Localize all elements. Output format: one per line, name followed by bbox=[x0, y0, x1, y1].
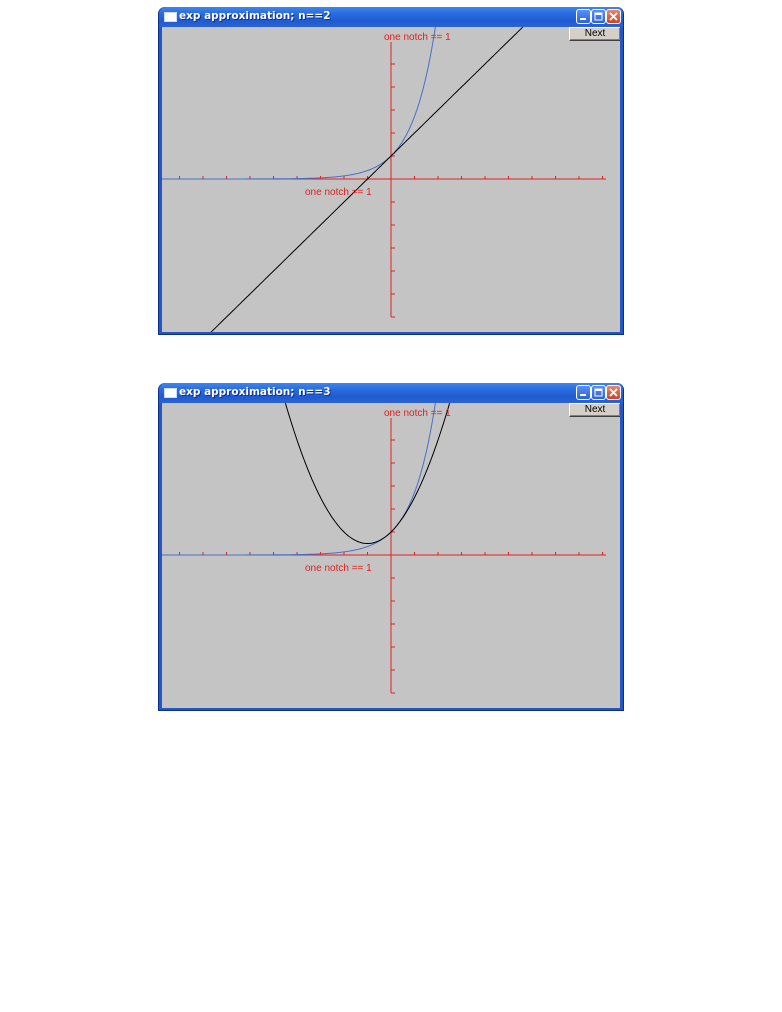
close-button[interactable] bbox=[606, 9, 621, 24]
minimize-button[interactable] bbox=[576, 385, 591, 400]
x-axis-label: one notch == 1 bbox=[305, 563, 372, 574]
plot-canvas: one notch == 1 one notch == 1 Next bbox=[162, 27, 620, 332]
title-bar[interactable]: exp approximation; n==2 bbox=[159, 7, 623, 27]
maximize-icon bbox=[594, 388, 603, 397]
minimize-button[interactable] bbox=[576, 9, 591, 24]
window-title: exp approximation; n==2 bbox=[179, 10, 331, 22]
y-axis-label: one notch == 1 bbox=[384, 32, 451, 43]
next-button[interactable]: Next bbox=[569, 403, 620, 417]
close-icon bbox=[609, 12, 618, 21]
close-icon bbox=[609, 388, 618, 397]
app-window-2: exp approximation; n==3 one notch == 1 o… bbox=[158, 383, 624, 711]
maximize-icon bbox=[594, 12, 603, 21]
title-bar[interactable]: exp approximation; n==3 bbox=[159, 383, 623, 403]
plot-area: one notch == 1 one notch == 1 bbox=[162, 27, 606, 332]
minimize-icon bbox=[580, 394, 586, 396]
minimize-icon bbox=[580, 18, 586, 20]
maximize-button[interactable] bbox=[591, 385, 606, 400]
window-title: exp approximation; n==3 bbox=[179, 386, 331, 398]
next-button[interactable]: Next bbox=[569, 27, 620, 41]
close-button[interactable] bbox=[606, 385, 621, 400]
plot-area: one notch == 1 one notch == 1 bbox=[162, 403, 606, 694]
app-icon bbox=[164, 12, 177, 22]
app-window-1: exp approximation; n==2 one notch == 1 o… bbox=[158, 7, 624, 335]
y-axis-label: one notch == 1 bbox=[384, 408, 451, 419]
x-axis-label: one notch == 1 bbox=[305, 187, 372, 198]
plot-canvas: one notch == 1 one notch == 1 Next bbox=[162, 403, 620, 708]
maximize-button[interactable] bbox=[591, 9, 606, 24]
app-icon bbox=[164, 388, 177, 398]
